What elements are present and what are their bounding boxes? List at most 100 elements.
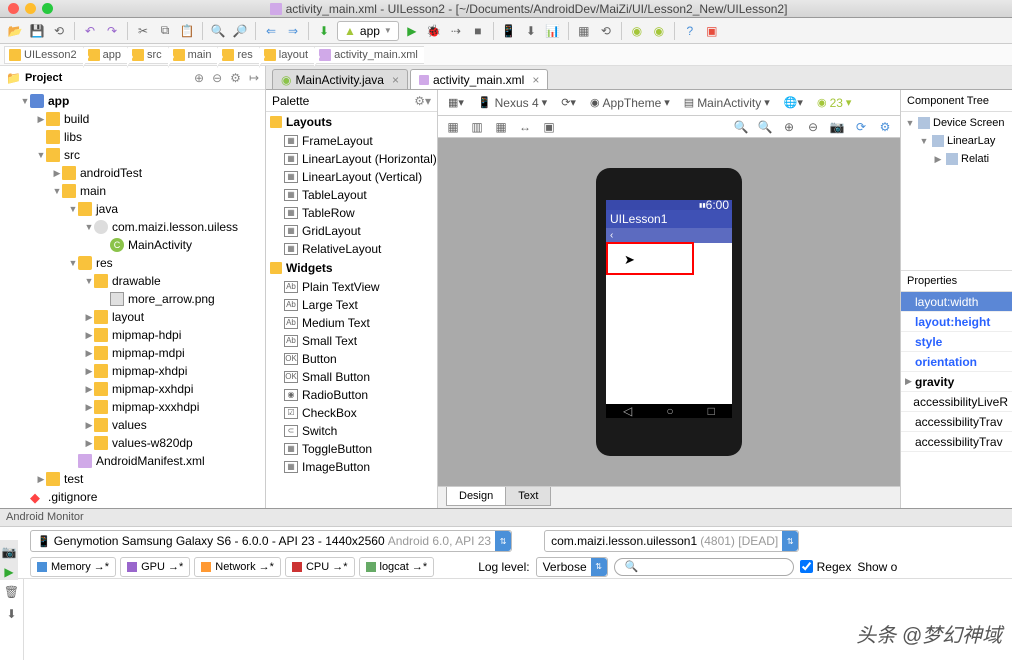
process-dropdown[interactable]: com.maizi.lesson.uilesson1 (4801) [DEAD]… <box>544 530 799 552</box>
palette-item[interactable]: AbPlain TextView <box>266 278 437 296</box>
avd-icon[interactable]: 📱 <box>500 22 518 40</box>
property-row[interactable]: accessibilityLiveR <box>901 392 1012 412</box>
component-tree-item[interactable]: ▶Relati <box>901 150 1012 168</box>
properties-list[interactable]: layout:widthlayout:heightstyleorientatio… <box>901 292 1012 452</box>
palette-item[interactable]: ▦LinearLayout (Vertical) <box>266 168 437 186</box>
tree-item[interactable]: ▶mipmap-mdpi <box>0 344 265 362</box>
theme-dropdown[interactable]: ◉AppTheme▾ <box>586 94 674 112</box>
view3-icon[interactable]: ▦ <box>492 118 510 136</box>
monitor-icon[interactable]: 📊 <box>544 22 562 40</box>
palette-item[interactable]: ⊂Switch <box>266 422 437 440</box>
component-tree[interactable]: ▼Device Screen▼LinearLay▶Relati <box>901 112 1012 170</box>
close-dot[interactable] <box>8 3 19 14</box>
zoom-in-icon[interactable]: ⊕ <box>780 118 798 136</box>
sync-icon[interactable]: ⟲ <box>50 22 68 40</box>
close-icon[interactable]: × <box>532 73 539 87</box>
save-icon[interactable]: 💾 <box>28 22 46 40</box>
stop-icon[interactable]: ■ <box>469 22 487 40</box>
tree-item[interactable]: ▼res <box>0 254 265 272</box>
rec-icon[interactable]: ▶ <box>0 564 18 580</box>
collapse-icon[interactable]: ⊕ <box>194 71 204 85</box>
debug-icon[interactable]: 🐞 <box>425 22 443 40</box>
palette-item[interactable]: ▦TableRow <box>266 204 437 222</box>
palette-item[interactable]: AbSmall Text <box>266 332 437 350</box>
refresh-icon[interactable]: ⟳ <box>852 118 870 136</box>
tree-item[interactable]: ▼main <box>0 182 265 200</box>
find-icon[interactable]: 🔍 <box>209 22 227 40</box>
monitor-tab[interactable]: logcat →* <box>359 557 435 577</box>
genymotion-icon[interactable]: ▣ <box>703 22 721 40</box>
tree-item[interactable]: ▶mipmap-xhdpi <box>0 362 265 380</box>
sdk-icon[interactable]: ⬇ <box>522 22 540 40</box>
tree-item[interactable]: ▼app <box>0 92 265 110</box>
min-dot[interactable] <box>25 3 36 14</box>
sync2-icon[interactable]: ⟲ <box>597 22 615 40</box>
log-level-dropdown[interactable]: Verbose⇅ <box>536 557 608 577</box>
property-row[interactable]: accessibilityTrav <box>901 412 1012 432</box>
palette-item[interactable]: AbMedium Text <box>266 314 437 332</box>
component-tree-item[interactable]: ▼Device Screen <box>901 114 1012 132</box>
locale-icon[interactable]: 🌐▾ <box>780 94 807 111</box>
breadcrumb-item[interactable]: layout <box>259 46 314 64</box>
design-gear-icon[interactable]: ⚙ <box>876 118 894 136</box>
property-row[interactable]: accessibilityTrav <box>901 432 1012 452</box>
monitor-tab[interactable]: Memory →* <box>30 557 116 577</box>
component-tree-item[interactable]: ▼LinearLay <box>901 132 1012 150</box>
zoom-out-icon[interactable]: ⊖ <box>804 118 822 136</box>
tree-item[interactable]: ▼com.maizi.lesson.uiless <box>0 218 265 236</box>
view1-icon[interactable]: ▦ <box>444 118 462 136</box>
palette-item[interactable]: ▦ImageButton <box>266 458 437 476</box>
android1-icon[interactable]: ◉ <box>628 22 646 40</box>
make-icon[interactable]: ⬇ <box>315 22 333 40</box>
tree-item[interactable]: ▶androidTest <box>0 164 265 182</box>
back-icon[interactable]: ⇐ <box>262 22 280 40</box>
palette-item[interactable]: ▦ToggleButton <box>266 440 437 458</box>
android2-icon[interactable]: ◉ <box>650 22 668 40</box>
open-icon[interactable]: 📂 <box>6 22 24 40</box>
palette-item[interactable]: ▦FrameLayout <box>266 132 437 150</box>
palette-item[interactable]: OKSmall Button <box>266 368 437 386</box>
property-row[interactable]: style <box>901 332 1012 352</box>
monitor-tab[interactable]: Network →* <box>194 557 281 577</box>
tree-item[interactable]: ▶mipmap-hdpi <box>0 326 265 344</box>
breadcrumb-item[interactable]: main <box>168 46 218 64</box>
palette-section[interactable]: Widgets <box>266 258 437 278</box>
tree-item[interactable]: ▼java <box>0 200 265 218</box>
tree-item[interactable]: ▼src <box>0 146 265 164</box>
orientation-icon[interactable]: ⟳▾ <box>557 94 580 111</box>
tree-item[interactable]: ▶mipmap-xxxhdpi <box>0 398 265 416</box>
breadcrumb-item[interactable]: res <box>217 46 258 64</box>
tree-item[interactable]: ▶mipmap-xxhdpi <box>0 380 265 398</box>
capture-side-icon[interactable]: 📷 <box>0 544 18 560</box>
editor-tab[interactable]: activity_main.xml× <box>410 69 548 89</box>
palette-item[interactable]: ▦TableLayout <box>266 186 437 204</box>
replace-icon[interactable]: 🔎 <box>231 22 249 40</box>
tree-item[interactable]: ▶values-w820dp <box>0 434 265 452</box>
palette-item[interactable]: ▦GridLayout <box>266 222 437 240</box>
regex-checkbox[interactable]: Regex <box>800 560 852 574</box>
monitor-tab[interactable]: GPU →* <box>120 557 190 577</box>
scroll-icon[interactable]: ⊖ <box>212 71 222 85</box>
breadcrumb-item[interactable]: app <box>83 46 127 64</box>
tree-item[interactable]: more_arrow.png <box>0 290 265 308</box>
settings-gear-icon[interactable]: ⚙ <box>230 71 241 85</box>
project-tree[interactable]: ▼app▶buildlibs▼src▶androidTest▼main▼java… <box>0 90 265 508</box>
run-icon[interactable]: ▶ <box>403 22 421 40</box>
tree-item[interactable]: ◆.gitignore <box>0 488 265 506</box>
max-dot[interactable] <box>42 3 53 14</box>
api-dropdown[interactable]: ◉23▾ <box>813 94 856 112</box>
editor-tab[interactable]: ◉MainActivity.java× <box>272 69 408 89</box>
help-icon[interactable]: ? <box>681 22 699 40</box>
device-dropdown[interactable]: 📱 Genymotion Samsung Galaxy S6 - 6.0.0 -… <box>30 530 512 552</box>
zoom-fit-icon[interactable]: 🔍 <box>756 118 774 136</box>
property-row[interactable]: layout:height <box>901 312 1012 332</box>
phone-screen[interactable]: ▮▮ 6:00 UILesson1 ‹ ➤ ◁○□ <box>606 200 732 418</box>
structure-icon[interactable]: ▦ <box>575 22 593 40</box>
tree-item[interactable]: libs <box>0 128 265 146</box>
undo-icon[interactable]: ↶ <box>81 22 99 40</box>
activity-dropdown[interactable]: ▤MainActivity▾ <box>680 94 774 112</box>
show-dropdown[interactable]: Show o <box>857 560 897 574</box>
list-row[interactable]: ‹ <box>606 228 732 243</box>
breadcrumb-item[interactable]: activity_main.xml <box>314 46 424 64</box>
view4-icon[interactable]: ↔ <box>516 118 534 136</box>
